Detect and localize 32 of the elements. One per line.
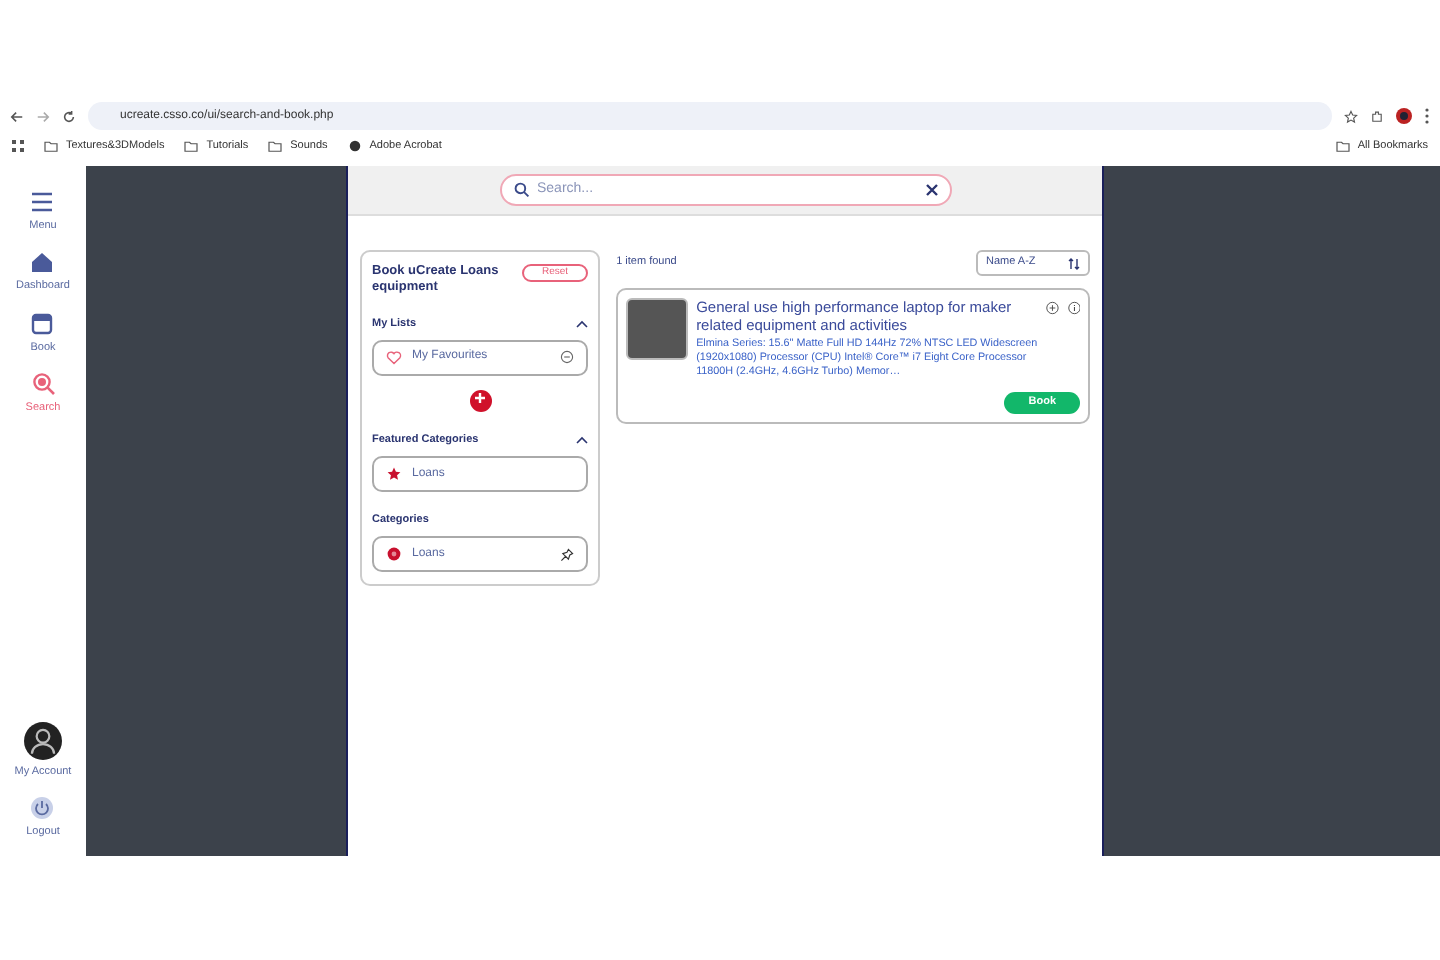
category-icon xyxy=(386,546,402,563)
close-icon[interactable] xyxy=(925,184,937,196)
folder-icon xyxy=(1335,140,1350,152)
search-icon xyxy=(513,182,529,198)
puzzle-icon[interactable] xyxy=(1370,109,1384,123)
profile-icon[interactable] xyxy=(1396,108,1412,124)
plus-circle-icon[interactable] xyxy=(1046,298,1060,318)
info-icon[interactable] xyxy=(1067,298,1080,318)
heart-icon xyxy=(386,349,402,366)
plus-icon xyxy=(474,392,487,405)
minus-circle-icon[interactable] xyxy=(560,350,575,365)
photo-placeholder xyxy=(626,298,689,360)
pin-icon[interactable] xyxy=(560,547,575,562)
chevron-up-icon[interactable] xyxy=(576,319,589,328)
sort-icon xyxy=(1068,257,1080,269)
avatar-icon xyxy=(24,721,62,759)
chevron-up-icon[interactable] xyxy=(576,435,589,444)
folder-icon xyxy=(268,140,283,152)
back-icon[interactable] xyxy=(10,109,24,123)
menu-icon xyxy=(30,190,55,214)
add-button[interactable] xyxy=(469,389,492,412)
house-icon xyxy=(30,250,55,275)
search-icon xyxy=(31,371,55,396)
more-icon[interactable] xyxy=(1424,108,1430,124)
power-icon xyxy=(30,795,55,820)
folder-icon xyxy=(44,140,58,152)
calendar-icon xyxy=(30,311,55,335)
reload-icon[interactable] xyxy=(62,109,76,123)
star-icon xyxy=(386,466,402,483)
folder-icon xyxy=(184,140,199,152)
star-icon[interactable] xyxy=(1344,109,1358,123)
apps-grid-icon[interactable] xyxy=(12,140,24,152)
